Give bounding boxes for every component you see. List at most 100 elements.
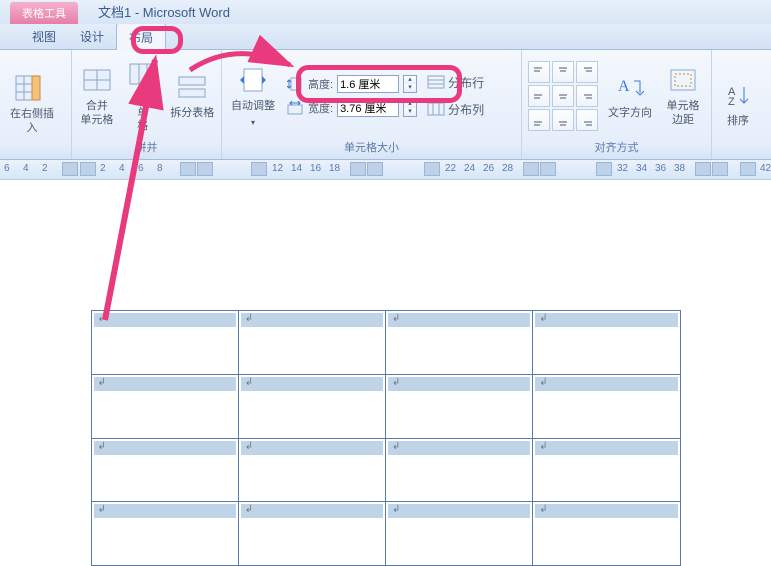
distribute-cols-button[interactable]: 分布列 bbox=[425, 99, 486, 120]
table-cell[interactable]: ↲ bbox=[91, 502, 238, 566]
align-br-button[interactable] bbox=[576, 109, 598, 131]
ruler-tab-mark[interactable] bbox=[180, 162, 196, 176]
cell-selection-highlight bbox=[388, 441, 530, 455]
distribute-rows-label: 分布行 bbox=[448, 74, 484, 91]
split-table-icon bbox=[174, 71, 210, 103]
ruler-tab-mark[interactable] bbox=[523, 162, 539, 176]
align-mc-button[interactable] bbox=[552, 85, 574, 107]
tab-layout[interactable]: 布局 bbox=[116, 23, 166, 51]
tab-view[interactable]: 视图 bbox=[20, 23, 68, 50]
align-mr-button[interactable] bbox=[576, 85, 598, 107]
split-table-button[interactable]: 拆分表格 bbox=[170, 58, 215, 134]
width-spinner[interactable]: ▴ ▾ bbox=[403, 99, 417, 117]
table-row[interactable]: ↲↲↲↲ bbox=[91, 311, 680, 375]
cell-selection-highlight bbox=[388, 313, 530, 327]
insert-right-button[interactable]: 在右侧插入 bbox=[6, 66, 58, 142]
ruler-tab-mark[interactable] bbox=[712, 162, 728, 176]
align-tl-button[interactable] bbox=[528, 61, 550, 83]
align-tc-button[interactable] bbox=[552, 61, 574, 83]
height-spinner[interactable]: ▴ ▾ bbox=[403, 75, 417, 93]
ruler-tab-mark[interactable] bbox=[695, 162, 711, 176]
autofit-icon bbox=[235, 64, 271, 96]
ruler-tab-mark[interactable] bbox=[350, 162, 366, 176]
tab-design[interactable]: 设计 bbox=[68, 23, 116, 50]
table-cell[interactable]: ↲ bbox=[238, 502, 385, 566]
ruler-tab-mark[interactable] bbox=[367, 162, 383, 176]
width-row: 宽度: ▴ ▾ bbox=[286, 99, 417, 117]
height-spin-up[interactable]: ▴ bbox=[404, 76, 416, 84]
split-cells-icon bbox=[125, 58, 161, 90]
distribute-cols-icon bbox=[427, 102, 445, 116]
height-input[interactable] bbox=[337, 75, 399, 93]
merge-cells-button[interactable]: 合并 单元格 bbox=[78, 58, 116, 134]
group-merge: 合并 单元格 拆 单 格 拆分表格 拼并 bbox=[72, 50, 222, 159]
table-row[interactable]: ↲ ↲ ↲ ↲ bbox=[91, 502, 680, 566]
ruler-tab-mark[interactable] bbox=[596, 162, 612, 176]
paragraph-mark-icon: ↲ bbox=[245, 504, 253, 515]
table-cell[interactable]: ↲ bbox=[533, 311, 680, 375]
size-inputs: 高度: ▴ ▾ 宽度: ▴ ▾ bbox=[286, 75, 417, 117]
titlebar: 表格工具 文档1 - Microsoft Word bbox=[0, 0, 771, 24]
width-input[interactable] bbox=[337, 99, 399, 117]
cell-selection-highlight bbox=[94, 504, 236, 518]
ruler-tab-mark[interactable] bbox=[197, 162, 213, 176]
word-table[interactable]: ↲↲↲↲↲↲↲↲↲↲↲↲↲↲↲↲ bbox=[91, 310, 681, 566]
align-bc-button[interactable] bbox=[552, 109, 574, 131]
distribute-buttons: 分布行 分布列 bbox=[425, 72, 486, 120]
autofit-button[interactable]: 自动调整 ▾ bbox=[228, 58, 278, 134]
cell-selection-highlight bbox=[94, 377, 236, 391]
sort-button[interactable]: AZ 排序 bbox=[718, 66, 758, 142]
table-cell[interactable]: ↲ bbox=[238, 374, 385, 438]
paragraph-mark-icon: ↲ bbox=[539, 504, 547, 515]
paragraph-mark-icon: ↲ bbox=[98, 504, 106, 515]
group-cell-size: 自动调整 ▾ 高度: ▴ ▾ bbox=[222, 50, 522, 159]
table-cell[interactable]: ↲ bbox=[238, 311, 385, 375]
align-tr-button[interactable] bbox=[576, 61, 598, 83]
ruler-tick: 42 bbox=[760, 163, 771, 174]
ruler-tab-mark[interactable] bbox=[424, 162, 440, 176]
paragraph-mark-icon: ↲ bbox=[392, 504, 400, 515]
cell-selection-highlight bbox=[535, 441, 677, 455]
table-row[interactable]: ↲↲↲↲ bbox=[91, 374, 680, 438]
ruler-tab-mark[interactable] bbox=[740, 162, 756, 176]
table-cell[interactable]: ↲ bbox=[386, 502, 533, 566]
cell-margins-button[interactable]: 单元格 边距 bbox=[662, 58, 704, 134]
svg-text:A: A bbox=[618, 78, 630, 95]
table-cell[interactable]: ↲ bbox=[91, 311, 238, 375]
ruler-tick: 2 bbox=[42, 163, 48, 174]
align-bl-button[interactable] bbox=[528, 109, 550, 131]
table-cell[interactable]: ↲ bbox=[386, 311, 533, 375]
ruler-tab-mark[interactable] bbox=[540, 162, 556, 176]
width-spin-up[interactable]: ▴ bbox=[404, 100, 416, 108]
split-cells-button[interactable]: 拆 单 格 bbox=[124, 58, 162, 134]
table-cell[interactable]: ↲ bbox=[533, 374, 680, 438]
ribbon: 在右侧插入 合并 单元格 拆 单 格 拆分表 bbox=[0, 50, 771, 160]
ruler-tab-mark[interactable] bbox=[251, 162, 267, 176]
height-spin-down[interactable]: ▾ bbox=[404, 84, 416, 92]
table-cell[interactable]: ↲ bbox=[386, 374, 533, 438]
width-label: 宽度: bbox=[308, 100, 333, 116]
sort-icon: AZ bbox=[720, 79, 756, 111]
table-cell[interactable]: ↲ bbox=[533, 438, 680, 502]
text-direction-button[interactable]: A 文字方向 bbox=[606, 58, 654, 134]
horizontal-ruler[interactable]: 642246812141618222426283234363842 bbox=[0, 160, 771, 180]
text-direction-label: 文字方向 bbox=[608, 107, 652, 120]
table-cell[interactable]: ↲ bbox=[533, 502, 680, 566]
table-cell[interactable]: ↲ bbox=[91, 438, 238, 502]
table-cell[interactable]: ↲ bbox=[386, 438, 533, 502]
ruler-tab-mark[interactable] bbox=[80, 162, 96, 176]
width-spin-down[interactable]: ▾ bbox=[404, 108, 416, 116]
table-cell[interactable]: ↲ bbox=[91, 374, 238, 438]
cell-selection-highlight bbox=[241, 441, 383, 455]
table-cell[interactable]: ↲ bbox=[238, 438, 385, 502]
document-area[interactable]: ↲↲↲↲↲↲↲↲↲↲↲↲↲↲↲↲ bbox=[0, 180, 771, 566]
cell-selection-highlight bbox=[535, 504, 677, 518]
contextual-tab-table-tools[interactable]: 表格工具 bbox=[10, 2, 78, 24]
align-ml-button[interactable] bbox=[528, 85, 550, 107]
ruler-tab-mark[interactable] bbox=[62, 162, 78, 176]
height-icon bbox=[286, 77, 304, 91]
ruler-tick: 2 bbox=[100, 163, 106, 174]
distribute-cols-label: 分布列 bbox=[448, 101, 484, 118]
table-row[interactable]: ↲↲↲↲ bbox=[91, 438, 680, 502]
distribute-rows-button[interactable]: 分布行 bbox=[425, 72, 486, 93]
